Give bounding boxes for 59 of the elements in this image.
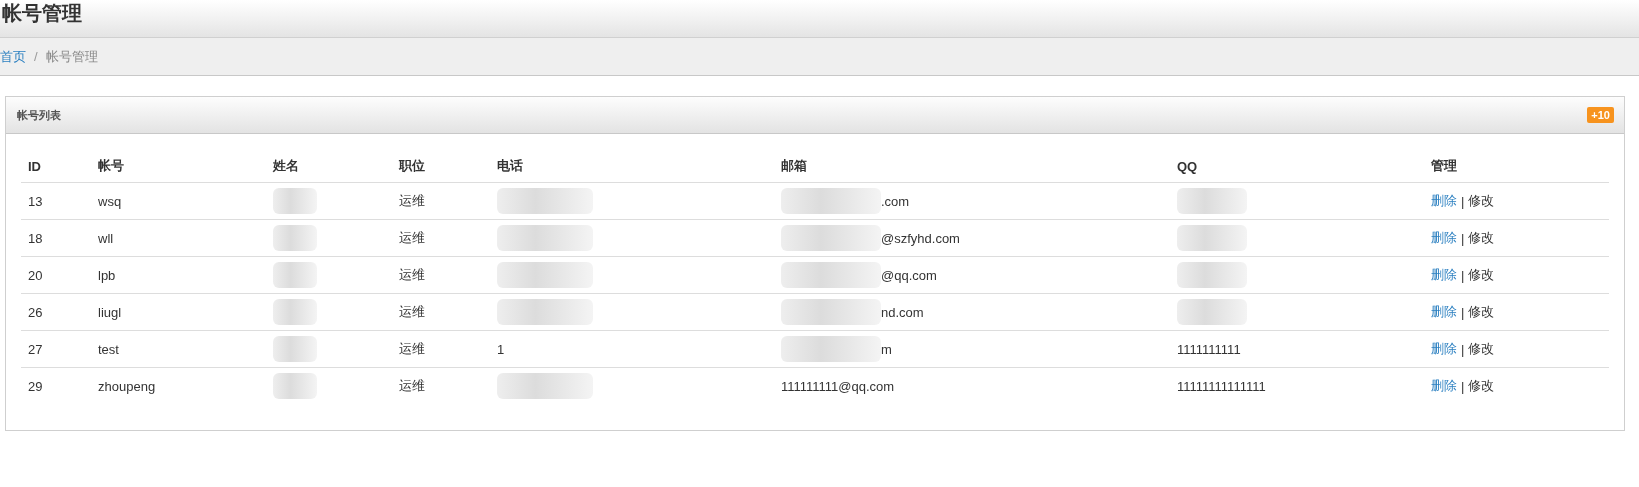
table-cell: wsq <box>98 193 122 209</box>
column-header: 帐号 <box>97 157 125 175</box>
table-cell: 18 <box>28 230 43 246</box>
column-header: 姓名 <box>272 157 300 175</box>
column-header: ID <box>27 157 42 174</box>
breadcrumb-divider: / <box>34 49 38 64</box>
table-cell: zhoupeng <box>98 378 156 394</box>
edit-link[interactable]: 修改 <box>1468 229 1495 247</box>
delete-link[interactable]: 删除 <box>1431 229 1457 247</box>
column-header: 管理 <box>1430 157 1458 175</box>
separator: | <box>1461 267 1465 283</box>
count-badge: +10 <box>1587 107 1614 123</box>
breadcrumb-current: 帐号管理 <box>45 47 98 66</box>
table-cell: 13 <box>28 193 43 209</box>
table-cell: nd.com <box>881 304 924 320</box>
delete-link[interactable]: 删除 <box>1431 340 1457 358</box>
delete-link[interactable]: 删除 <box>1431 303 1457 321</box>
separator: | <box>1461 193 1465 209</box>
table-cell: test <box>98 341 119 357</box>
table-cell: 27 <box>28 341 43 357</box>
table-cell: 20 <box>28 267 43 283</box>
separator: | <box>1461 378 1465 394</box>
edit-link[interactable]: 修改 <box>1468 192 1495 210</box>
table-cell: 运维 <box>399 377 425 395</box>
column-header: 邮箱 <box>780 157 808 175</box>
table-cell: lpb <box>98 267 116 283</box>
delete-link[interactable]: 删除 <box>1431 192 1457 210</box>
table-cell: 运维 <box>399 303 425 321</box>
edit-link[interactable]: 修改 <box>1468 266 1495 284</box>
column-header: 职位 <box>398 157 426 175</box>
table-cell: 1111111111 <box>1177 341 1241 357</box>
table-cell: liugl <box>98 304 122 320</box>
table-cell: 运维 <box>399 266 425 284</box>
table-cell: 运维 <box>399 340 425 358</box>
edit-link[interactable]: 修改 <box>1468 377 1495 395</box>
table-cell: 111111111@qq.com <box>781 378 895 394</box>
separator: | <box>1461 304 1465 320</box>
table-cell: m <box>881 341 892 357</box>
edit-link[interactable]: 修改 <box>1468 303 1495 321</box>
table-cell: 运维 <box>399 192 425 210</box>
table-cell: 26 <box>28 304 43 320</box>
breadcrumb-link[interactable]: 首页 <box>0 47 26 66</box>
table-cell: wll <box>98 230 114 246</box>
table-cell: .com <box>881 193 910 209</box>
table-cell: @szfyhd.com <box>881 230 960 246</box>
table-cell: 运维 <box>399 229 425 247</box>
column-header: 电话 <box>496 157 524 175</box>
table-cell: @qq.com <box>881 267 937 283</box>
separator: | <box>1461 230 1465 246</box>
table-cell: 1 <box>497 341 505 357</box>
panel-title: 帐号列表 <box>17 107 61 123</box>
delete-link[interactable]: 删除 <box>1431 266 1457 284</box>
edit-link[interactable]: 修改 <box>1468 340 1495 358</box>
table-cell: 29 <box>28 378 43 394</box>
column-header: QQ <box>1176 157 1199 174</box>
separator: | <box>1461 341 1465 357</box>
delete-link[interactable]: 删除 <box>1431 377 1457 395</box>
page-title: 帐号管理 <box>1 1 82 26</box>
table-cell: 11111111111111 <box>1177 378 1266 394</box>
